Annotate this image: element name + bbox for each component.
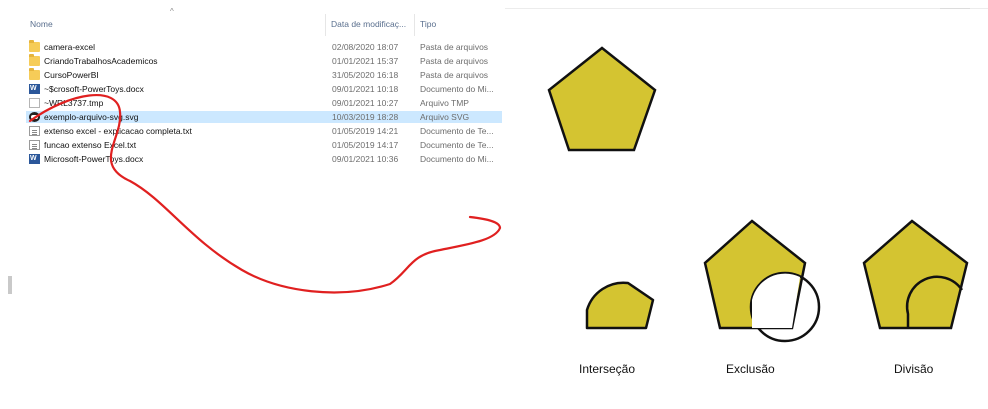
caption-intersection: Interseção (579, 362, 636, 376)
division-shape (862, 219, 969, 330)
exclusion-shape (703, 219, 821, 343)
intersection-shape (585, 281, 655, 330)
red-annotation-arrow (28, 93, 502, 294)
caption-exclusion: Exclusão (726, 362, 775, 376)
svg-preview-canvas (28, 46, 969, 343)
caption-division: Divisão (894, 362, 934, 376)
pentagon-shape (547, 46, 657, 152)
